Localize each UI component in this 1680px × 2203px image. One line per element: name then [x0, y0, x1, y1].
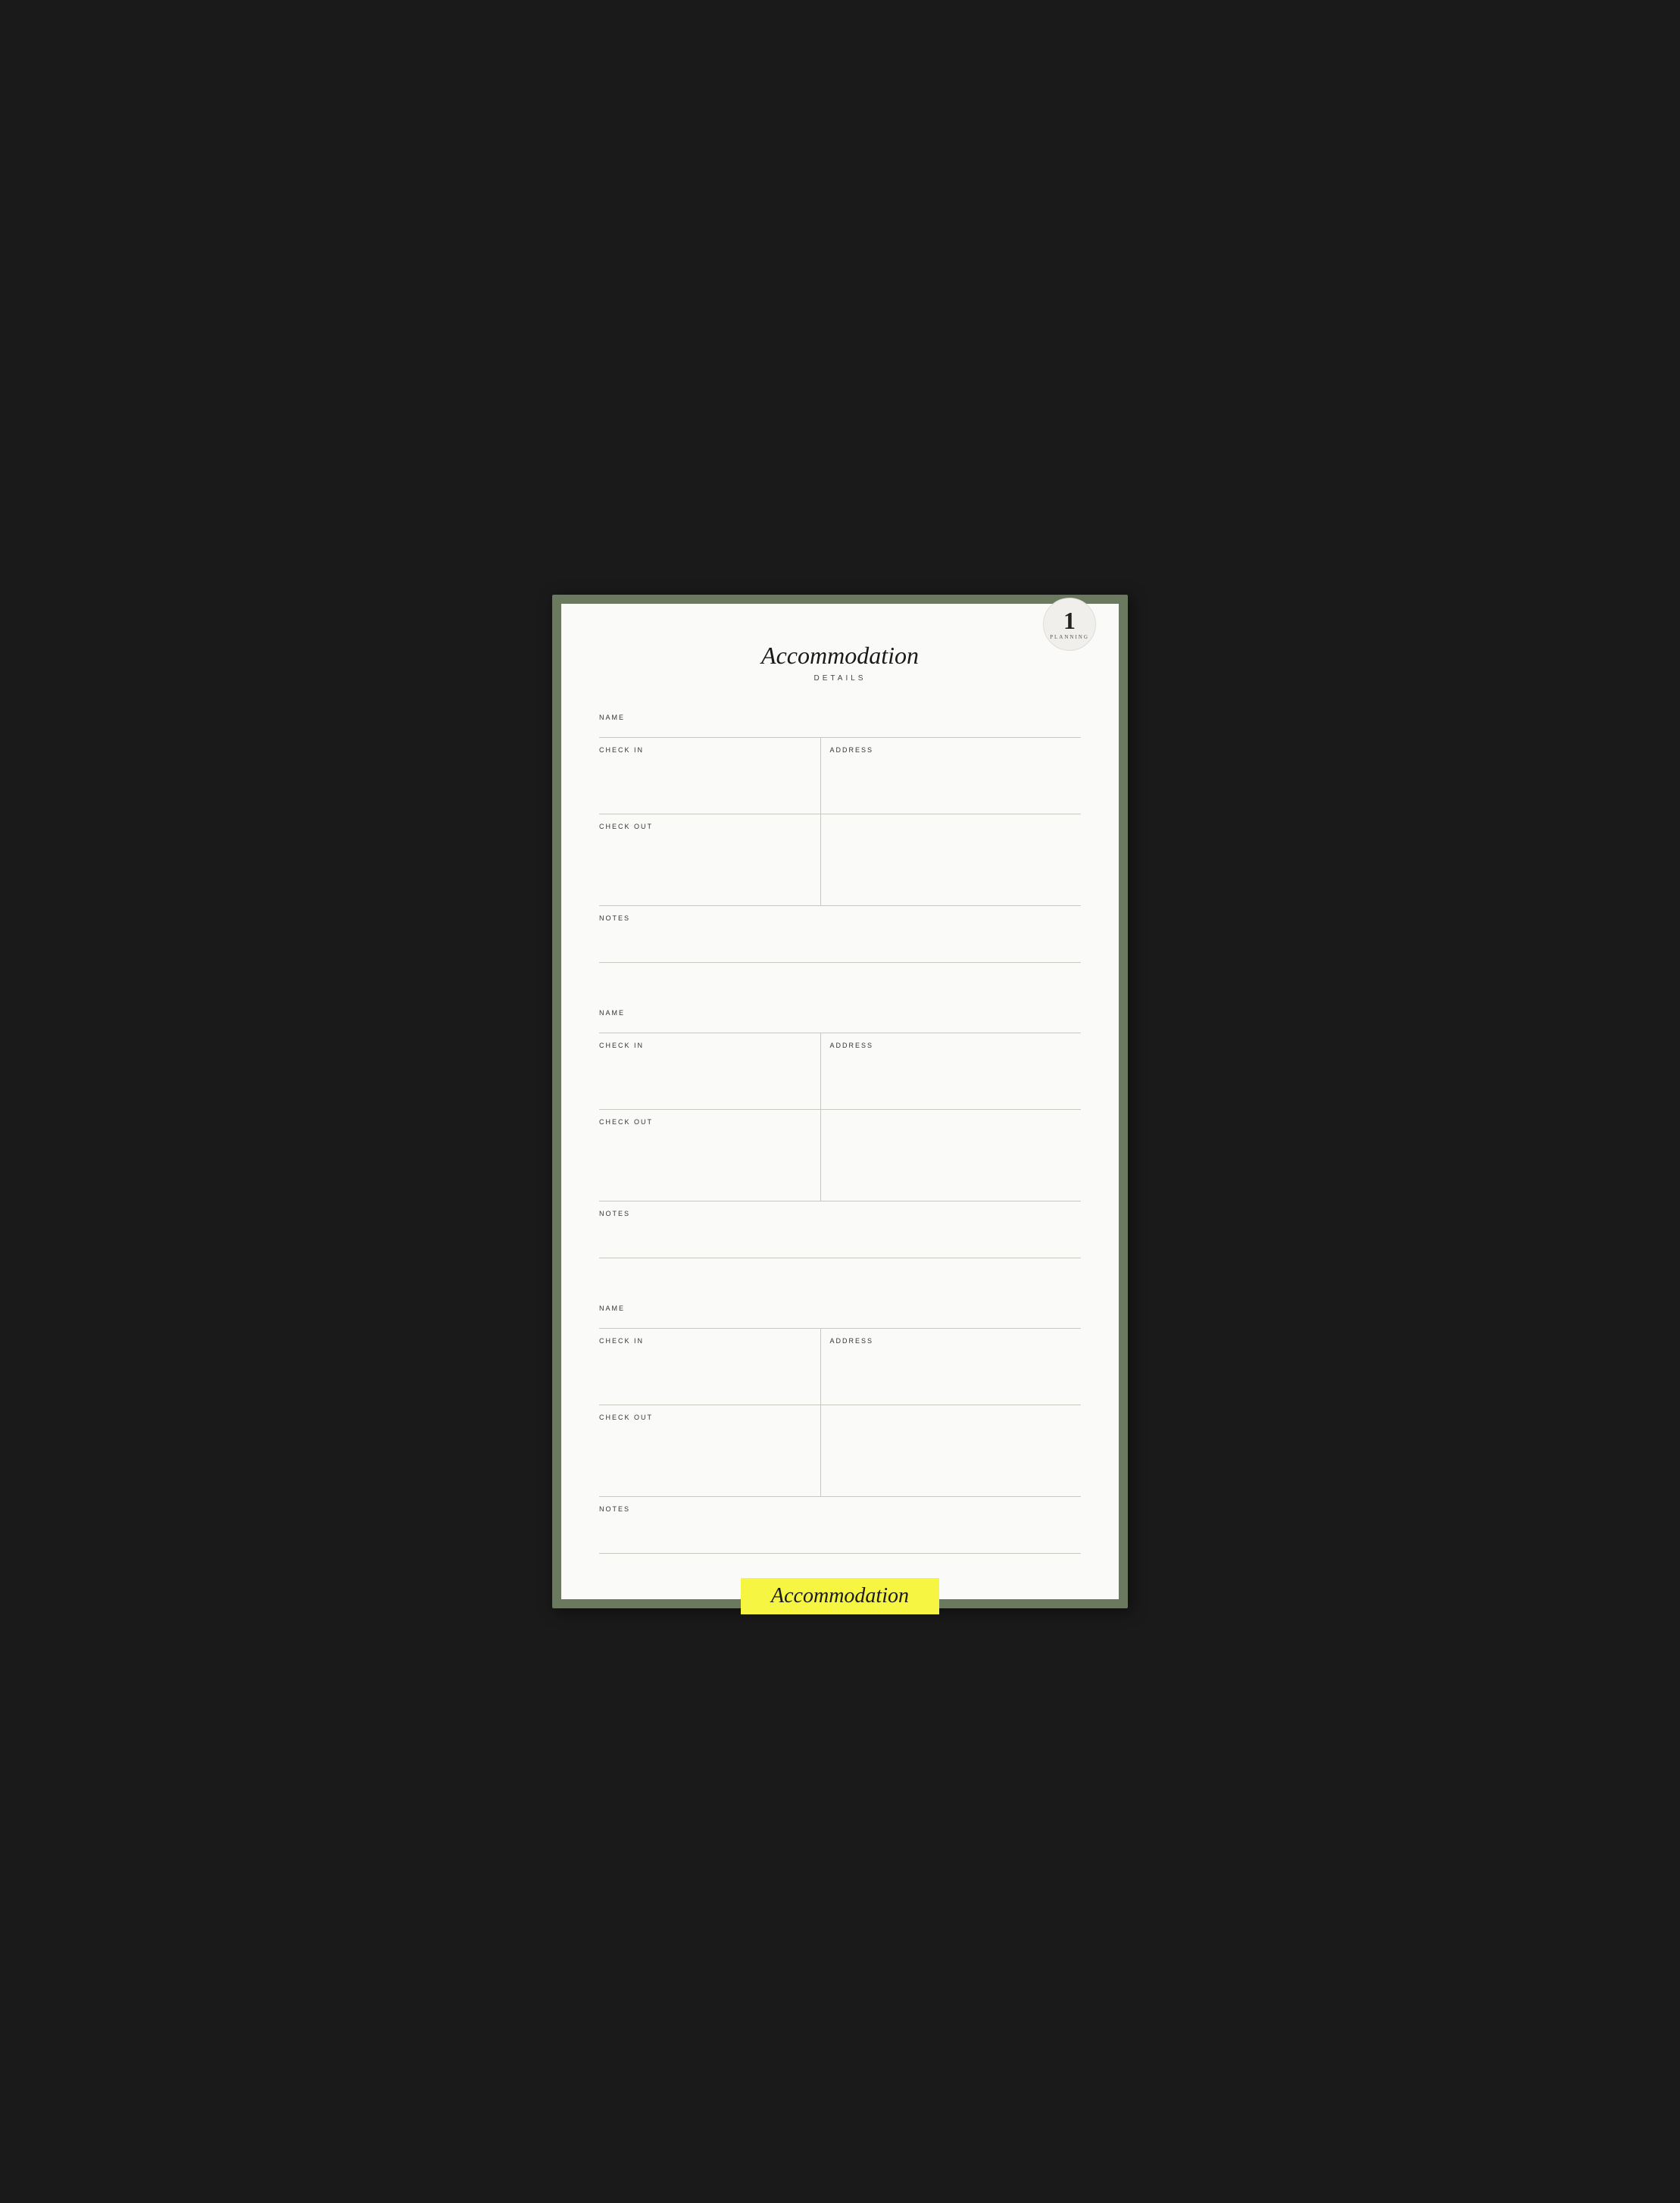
spacer-2: [599, 1273, 1081, 1296]
check-in-cell-3: CHECK IN: [599, 1329, 821, 1405]
notes-row-3: NOTES: [599, 1497, 1081, 1554]
name-row-2: NAME: [599, 1001, 1081, 1033]
check-out-row-1: CHECK OUT: [599, 814, 1081, 906]
address-cell-3: ADDRESS: [821, 1329, 1081, 1405]
check-out-label-2: CHECK OUT: [599, 1117, 653, 1126]
page-title: Accommodation: [599, 642, 1081, 670]
check-out-row-2: CHECK OUT: [599, 1110, 1081, 1201]
check-out-label-1: CHECK OUT: [599, 821, 653, 830]
page-subtitle: DETAILS: [599, 674, 1081, 683]
badge-number: 1: [1063, 608, 1076, 633]
notes-label-1: NOTES: [599, 913, 630, 922]
address-cell-1: ADDRESS: [821, 738, 1081, 814]
notes-label-3: NOTES: [599, 1504, 630, 1513]
check-in-address-row-2: CHECK IN ADDRESS: [599, 1033, 1081, 1110]
address-label-2: ADDRESS: [830, 1040, 874, 1049]
check-in-label-3: CHECK IN: [599, 1336, 644, 1345]
bottom-tab-label: Accommodation: [771, 1584, 909, 1608]
check-in-address-row-1: CHECK IN ADDRESS: [599, 738, 1081, 814]
notes-label-2: NOTES: [599, 1208, 630, 1217]
address-label-1: ADDRESS: [830, 745, 874, 754]
entry-block-2: NAME CHECK IN ADDRESS CHECK OUT: [599, 1001, 1081, 1258]
badge-text: PLANNING: [1050, 634, 1089, 640]
check-out-label-3: CHECK OUT: [599, 1412, 653, 1421]
address-extra-1: [821, 814, 1081, 905]
name-row-3: NAME: [599, 1296, 1081, 1329]
book-cover: 1 PLANNING Accommodation DETAILS NAME CH…: [552, 595, 1128, 1608]
address-extra-3: [821, 1405, 1081, 1496]
notes-row-2: NOTES: [599, 1201, 1081, 1258]
check-out-row-3: CHECK OUT: [599, 1405, 1081, 1497]
spacer-1: [599, 978, 1081, 1001]
name-label-3: NAME: [599, 1303, 625, 1312]
check-out-cell-1: CHECK OUT: [599, 814, 821, 905]
address-label-3: ADDRESS: [830, 1336, 874, 1345]
page-wrapper: 1 PLANNING Accommodation DETAILS NAME CH…: [552, 595, 1128, 1608]
check-out-cell-3: CHECK OUT: [599, 1405, 821, 1496]
notes-row-1: NOTES: [599, 906, 1081, 963]
name-row-1: NAME: [599, 705, 1081, 738]
bottom-tab: Accommodation: [741, 1578, 939, 1614]
page-badge: 1 PLANNING: [1043, 598, 1096, 651]
name-label-1: NAME: [599, 712, 625, 721]
entry-block-3: NAME CHECK IN ADDRESS CHECK OUT: [599, 1296, 1081, 1554]
address-cell-2: ADDRESS: [821, 1033, 1081, 1109]
check-in-address-row-3: CHECK IN ADDRESS: [599, 1329, 1081, 1405]
entry-block-1: NAME CHECK IN ADDRESS CHECK OUT: [599, 705, 1081, 963]
check-in-label-1: CHECK IN: [599, 745, 644, 754]
address-extra-2: [821, 1110, 1081, 1201]
check-in-label-2: CHECK IN: [599, 1040, 644, 1049]
check-out-cell-2: CHECK OUT: [599, 1110, 821, 1201]
check-in-cell-1: CHECK IN: [599, 738, 821, 814]
page: 1 PLANNING Accommodation DETAILS NAME CH…: [561, 604, 1119, 1599]
check-in-cell-2: CHECK IN: [599, 1033, 821, 1109]
name-label-2: NAME: [599, 1008, 625, 1017]
